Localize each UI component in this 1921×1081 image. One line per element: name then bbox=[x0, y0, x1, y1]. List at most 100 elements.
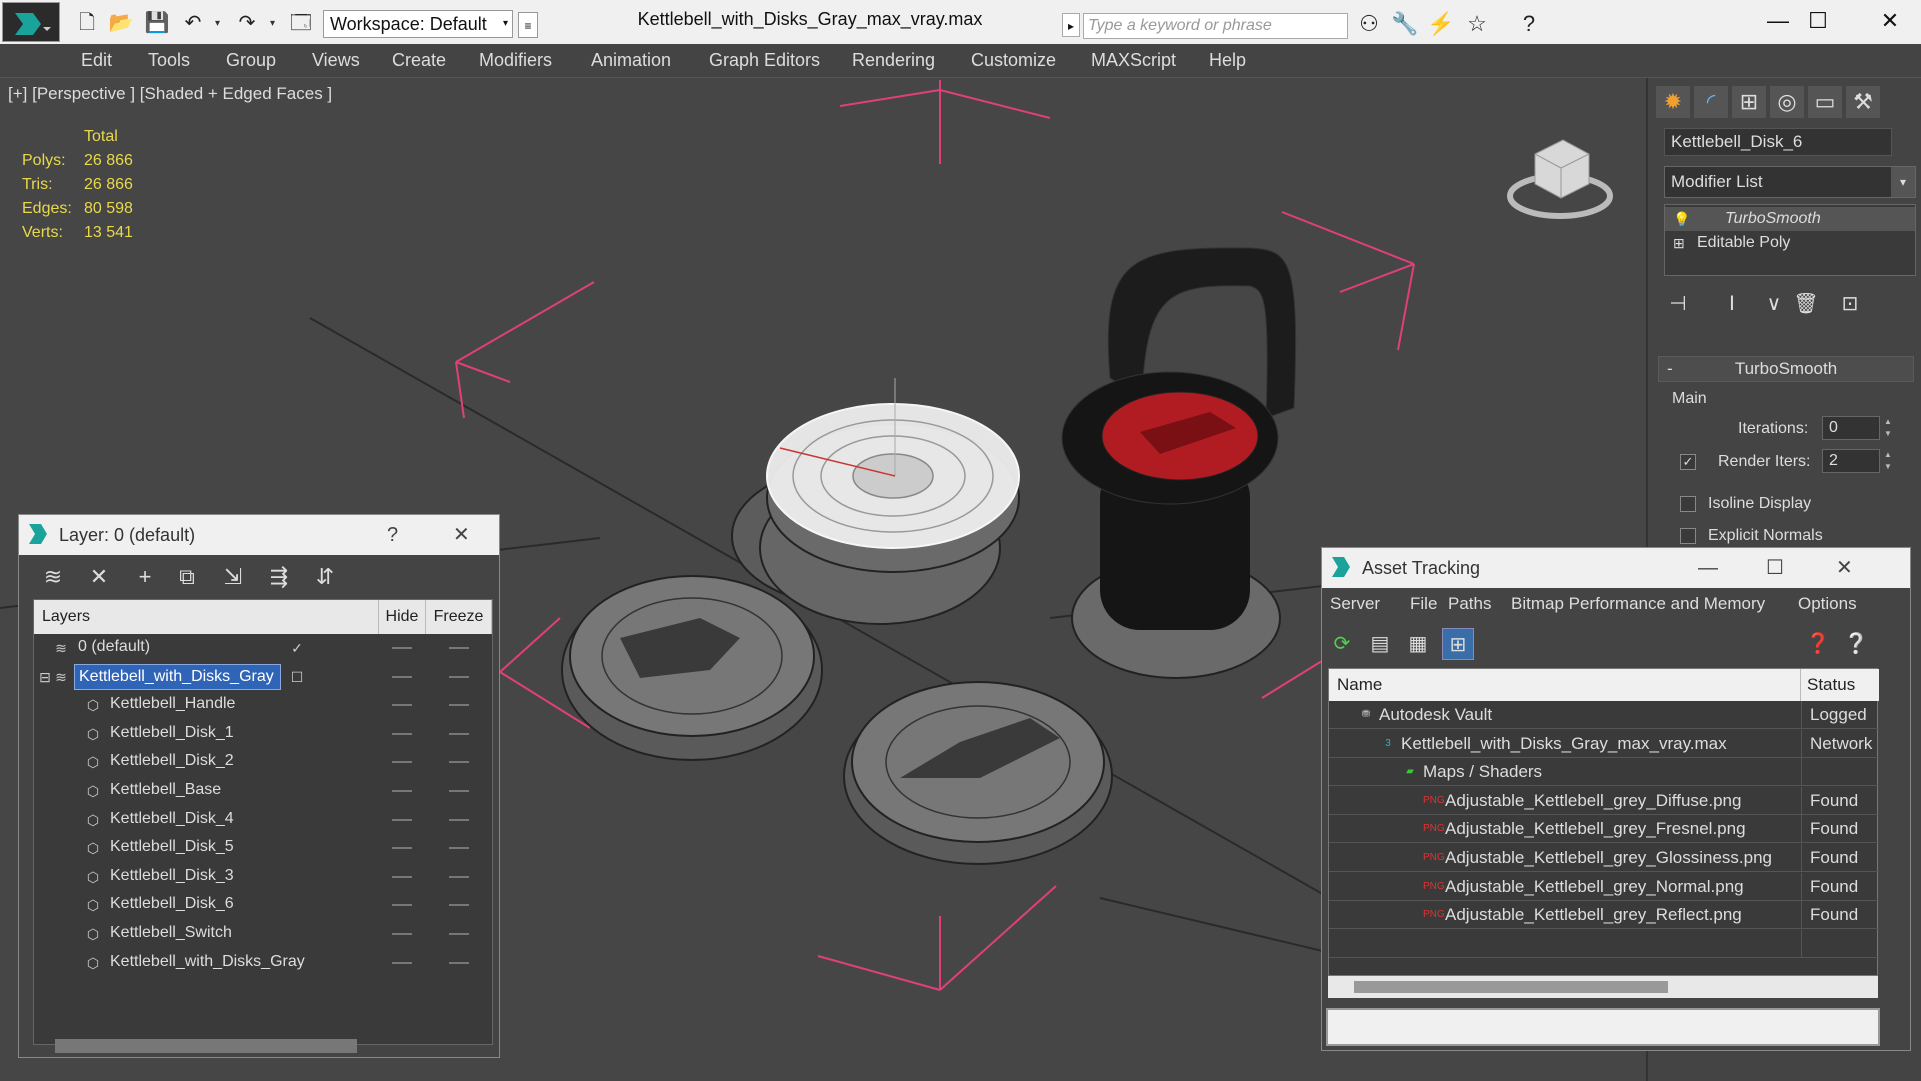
refresh-icon[interactable]: ⟳ bbox=[1326, 628, 1358, 660]
asset-menu-options[interactable]: Options bbox=[1798, 594, 1857, 614]
workspace-selector[interactable]: Workspace: Default ▾ bbox=[323, 10, 513, 38]
subscription-icon[interactable]: 🔧 bbox=[1391, 10, 1419, 38]
layer-row[interactable]: ⬡ Kettlebell_Disk_1 bbox=[34, 720, 492, 748]
explicit-normals-checkbox[interactable] bbox=[1680, 528, 1696, 544]
asset-menu-server[interactable]: Server bbox=[1330, 594, 1380, 614]
layer-row[interactable]: ⬡ Kettlebell_Disk_6 bbox=[34, 891, 492, 919]
menu-edit[interactable]: Edit bbox=[81, 50, 112, 71]
close-button[interactable]: ✕ bbox=[453, 515, 470, 555]
workspace-menu-button[interactable]: ≡ bbox=[518, 12, 538, 38]
display-tab-icon[interactable]: ▭ bbox=[1808, 86, 1842, 118]
layer-name[interactable]: Kettlebell_Switch bbox=[106, 921, 238, 947]
menu-create[interactable]: Create bbox=[392, 50, 446, 71]
asset-row[interactable]: PNG Adjustable_Kettlebell_grey_Diffuse.pn… bbox=[1329, 786, 1879, 815]
freeze-toggle[interactable] bbox=[449, 875, 469, 878]
layer-row[interactable]: ⬡ Kettlebell_Disk_3 bbox=[34, 863, 492, 891]
menu-customize[interactable]: Customize bbox=[971, 50, 1056, 71]
asset-row[interactable]: ▰ Maps / Shaders bbox=[1329, 758, 1879, 787]
menu-group[interactable]: Group bbox=[226, 50, 276, 71]
spinner-arrows-icon[interactable]: ▲ ▼ bbox=[1882, 416, 1894, 440]
hide-toggle[interactable] bbox=[392, 847, 412, 850]
redo-dropdown-icon[interactable]: ▾ bbox=[270, 18, 280, 29]
hide-toggle[interactable] bbox=[392, 875, 412, 878]
column-hide[interactable]: Hide bbox=[379, 600, 426, 634]
help-button[interactable]: ? bbox=[387, 515, 398, 555]
menu-animation[interactable]: Animation bbox=[591, 50, 671, 71]
pin-stack-icon[interactable]: ⊣ bbox=[1664, 290, 1692, 318]
expand-plus-icon[interactable]: ⊞ bbox=[1673, 231, 1689, 255]
freeze-toggle[interactable] bbox=[449, 675, 469, 678]
dialog-titlebar[interactable]: Asset Tracking — ☐ ✕ bbox=[1322, 548, 1910, 588]
layer-name[interactable]: Kettlebell_Disk_5 bbox=[106, 835, 240, 861]
scrollbar-thumb[interactable] bbox=[1354, 981, 1668, 993]
asset-row[interactable]: PNG Adjustable_Kettlebell_grey_Glossiness… bbox=[1329, 844, 1879, 872]
app-logo-button[interactable] bbox=[2, 2, 60, 42]
lightbulb-icon[interactable]: 💡 bbox=[1673, 207, 1690, 231]
horizontal-scrollbar[interactable] bbox=[1328, 976, 1878, 998]
hide-toggle[interactable] bbox=[392, 704, 412, 707]
layer-name[interactable]: Kettlebell_Disk_2 bbox=[106, 749, 240, 775]
layer-row[interactable]: ⬡ Kettlebell_Base bbox=[34, 777, 492, 805]
table-view-icon[interactable]: ⊞ bbox=[1442, 628, 1474, 660]
viewcube-icon[interactable] bbox=[1505, 124, 1615, 224]
freeze-toggle[interactable] bbox=[449, 647, 469, 649]
hide-toggle[interactable] bbox=[392, 790, 412, 792]
modifier-list-dropdown[interactable]: Modifier List ▾ bbox=[1664, 166, 1916, 198]
hide-toggle[interactable] bbox=[392, 675, 412, 678]
freeze-toggle[interactable] bbox=[449, 761, 469, 764]
project-folder-icon[interactable]: 🗔 bbox=[288, 10, 314, 36]
hide-toggle[interactable] bbox=[392, 761, 412, 764]
open-file-icon[interactable]: 📂 bbox=[108, 10, 134, 36]
layer-name[interactable]: Kettlebell_Disk_1 bbox=[106, 721, 240, 747]
set-current-layer-icon[interactable]: ☐ bbox=[288, 663, 306, 691]
layer-row[interactable]: ≋ 0 (default) ✓ bbox=[34, 634, 492, 662]
layer-row[interactable]: ⊟ ≋ Kettlebell_with_Disks_Gray ☐ bbox=[34, 663, 492, 691]
search-expand-button[interactable]: ▸ bbox=[1062, 13, 1080, 37]
asset-row[interactable]: PNG Adjustable_Kettlebell_grey_Normal.png… bbox=[1329, 872, 1879, 901]
dialog-titlebar[interactable]: Layer: 0 (default) ? ✕ bbox=[19, 515, 499, 555]
create-tab-icon[interactable]: ✹ bbox=[1656, 86, 1690, 118]
layer-name[interactable]: Kettlebell_Disk_3 bbox=[106, 864, 240, 890]
asset-row[interactable]: PNG Adjustable_Kettlebell_grey_Fresnel.pn… bbox=[1329, 815, 1879, 844]
utilities-tab-icon[interactable]: ⚒ bbox=[1846, 86, 1880, 118]
minimize-button[interactable]: — bbox=[1698, 548, 1718, 588]
hide-toggle[interactable] bbox=[392, 647, 412, 649]
highlight-selected-layer-icon[interactable]: ⇶ bbox=[263, 561, 295, 593]
asset-menu-bitmap-performance[interactable]: Bitmap Performance and Memory bbox=[1511, 594, 1765, 614]
asset-menu-file[interactable]: File bbox=[1410, 594, 1437, 614]
column-layers[interactable]: Layers bbox=[34, 600, 379, 634]
binoculars-icon[interactable]: ⚇ bbox=[1355, 10, 1383, 38]
rollout-header[interactable]: - TurboSmooth bbox=[1658, 356, 1914, 382]
isoline-display-checkbox[interactable] bbox=[1680, 496, 1696, 512]
layer-name[interactable]: 0 (default) bbox=[74, 635, 156, 661]
help-info-icon[interactable]: ❔ bbox=[1840, 628, 1872, 660]
layer-row[interactable]: ⬡ Kettlebell_Handle bbox=[34, 691, 492, 719]
close-button[interactable]: ✕ bbox=[1870, 6, 1910, 36]
thumbnail-view-icon[interactable]: ▦ bbox=[1402, 628, 1434, 660]
menu-maxscript[interactable]: MAXScript bbox=[1091, 50, 1176, 71]
delete-layer-icon[interactable]: ✕ bbox=[83, 561, 115, 593]
iterations-spinner[interactable]: 0 bbox=[1822, 416, 1880, 440]
render-iters-spinner[interactable]: 2 bbox=[1822, 449, 1880, 473]
close-button[interactable]: ✕ bbox=[1836, 548, 1853, 588]
minimize-button[interactable]: — bbox=[1758, 6, 1798, 36]
hide-toggle[interactable] bbox=[392, 732, 412, 735]
communication-center-icon[interactable]: ⚡ bbox=[1427, 10, 1455, 38]
redo-icon[interactable]: ↷ bbox=[234, 10, 260, 36]
layer-row[interactable]: ⬡ Kettlebell_Switch bbox=[34, 920, 492, 948]
menu-views[interactable]: Views bbox=[312, 50, 360, 71]
maximize-button[interactable]: ☐ bbox=[1798, 6, 1838, 36]
save-file-icon[interactable]: 💾 bbox=[144, 10, 170, 36]
asset-menu-paths[interactable]: Paths bbox=[1448, 594, 1491, 614]
column-status[interactable]: Status bbox=[1801, 669, 1879, 701]
make-unique-icon[interactable]: ∨ bbox=[1760, 290, 1788, 318]
help-icon[interactable]: ? bbox=[1515, 10, 1543, 38]
layer-stack-icon[interactable]: ≋ bbox=[37, 561, 69, 593]
freeze-toggle[interactable] bbox=[449, 847, 469, 850]
modify-tab-icon[interactable]: ◜ bbox=[1694, 86, 1728, 118]
add-selection-to-layer-icon[interactable]: ⧉ bbox=[171, 561, 203, 593]
show-end-result-icon[interactable]: Ⅰ bbox=[1718, 290, 1746, 318]
hide-toggle[interactable] bbox=[392, 961, 412, 964]
layer-row[interactable]: ⬡ Kettlebell_with_Disks_Gray bbox=[34, 949, 492, 977]
column-name[interactable]: Name bbox=[1329, 669, 1801, 701]
